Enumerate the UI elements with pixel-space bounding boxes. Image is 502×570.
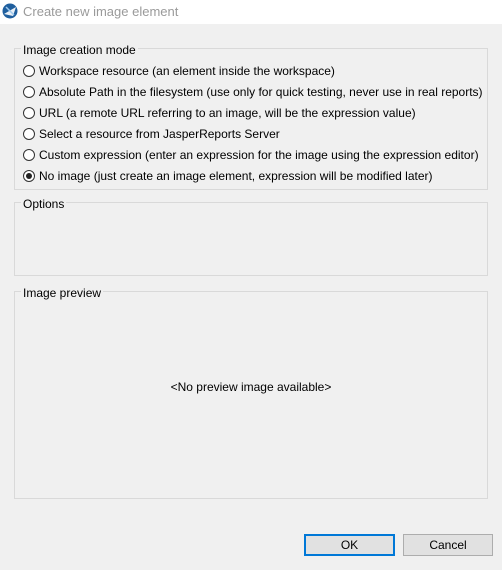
image-preview-group: Image preview <No preview image availabl… (14, 286, 488, 499)
radio-label: Absolute Path in the filesystem (use onl… (39, 85, 483, 99)
window-title: Create new image element (23, 4, 179, 19)
ok-button[interactable]: OK (304, 534, 395, 556)
radio-custom-expression[interactable]: Custom expression (enter an expression f… (23, 147, 479, 163)
options-group: Options (14, 197, 488, 276)
radio-button[interactable] (23, 128, 35, 140)
radio-url[interactable]: URL (a remote URL referring to an image,… (23, 105, 416, 121)
radio-jasperreports-server[interactable]: Select a resource from JasperReports Ser… (23, 126, 280, 142)
group-legend: Options (21, 197, 67, 211)
radio-absolute-path[interactable]: Absolute Path in the filesystem (use onl… (23, 84, 483, 100)
title-bar: Create new image element (0, 0, 502, 24)
radio-label: Select a resource from JasperReports Ser… (39, 127, 280, 141)
radio-button[interactable] (23, 65, 35, 77)
radio-label: Workspace resource (an element inside th… (39, 64, 335, 78)
group-legend: Image preview (21, 286, 104, 300)
radio-button[interactable] (23, 86, 35, 98)
radio-workspace-resource[interactable]: Workspace resource (an element inside th… (23, 63, 335, 79)
radio-label: Custom expression (enter an expression f… (39, 148, 479, 162)
cancel-button[interactable]: Cancel (403, 534, 493, 556)
jaspersoft-logo-icon (2, 3, 18, 19)
radio-button[interactable] (23, 149, 35, 161)
radio-label: URL (a remote URL referring to an image,… (39, 106, 416, 120)
image-creation-mode-group: Image creation mode Workspace resource (… (14, 43, 488, 190)
radio-no-image[interactable]: No image (just create an image element, … (23, 168, 433, 184)
radio-button[interactable] (23, 107, 35, 119)
radio-label: No image (just create an image element, … (39, 169, 433, 183)
radio-button-selected[interactable] (23, 170, 35, 182)
group-legend: Image creation mode (21, 43, 138, 57)
no-preview-message: <No preview image available> (170, 380, 332, 394)
